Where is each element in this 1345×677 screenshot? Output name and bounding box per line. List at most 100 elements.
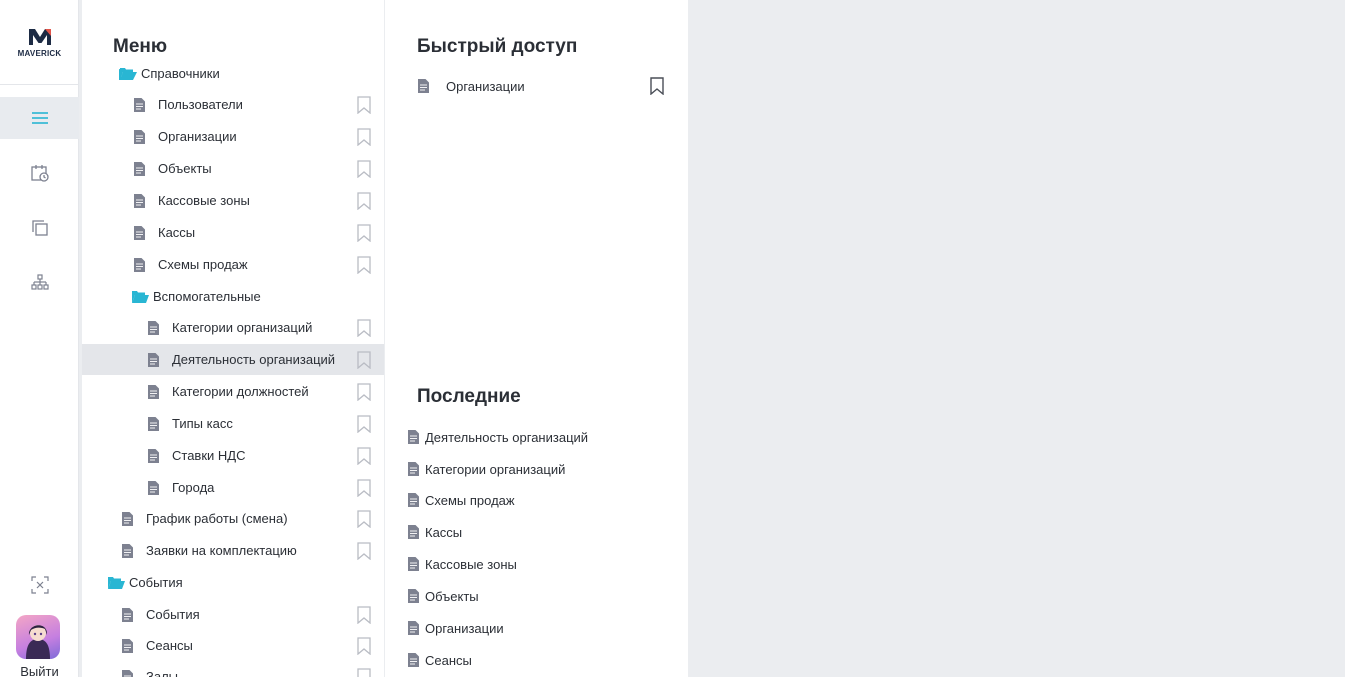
bookmark-icon[interactable]: [357, 415, 371, 433]
recent-item[interactable]: Объекты: [408, 582, 479, 610]
avatar[interactable]: [16, 615, 60, 659]
document-icon: [408, 525, 419, 539]
menu-item-work-schedule[interactable]: График работы (смена): [82, 503, 384, 534]
folder-open-icon: [119, 67, 137, 80]
document-icon: [122, 511, 133, 526]
menu-item-label: Города: [172, 480, 215, 495]
document-icon: [148, 480, 159, 495]
menu-item-label: Кассовые зоны: [158, 193, 250, 208]
structure-button[interactable]: [0, 262, 79, 304]
menu-button[interactable]: [0, 97, 79, 139]
menu-icon: [31, 112, 48, 124]
bookmark-icon[interactable]: [357, 160, 371, 178]
recent-item[interactable]: Кассовые зоны: [408, 550, 517, 578]
quick-access-panel: Быстрый доступ Организации Последние Дея…: [385, 0, 688, 677]
menu-item-cash-types[interactable]: Типы касс: [82, 408, 384, 439]
quick-access-title: Быстрый доступ: [417, 36, 578, 57]
bookmark-icon[interactable]: [357, 224, 371, 242]
bookmark-icon[interactable]: [357, 256, 371, 274]
bookmark-icon[interactable]: [357, 637, 371, 655]
document-icon: [408, 462, 419, 476]
recent-item-label: Категории организаций: [425, 461, 566, 477]
bookmark-icon[interactable]: [357, 668, 371, 677]
menu-item-label: События: [129, 575, 183, 590]
menu-item-org-categories[interactable]: Категории организаций: [82, 312, 384, 343]
recent-item[interactable]: Категории организаций: [408, 455, 565, 483]
document-icon: [134, 193, 145, 208]
menu-item-objects[interactable]: Объекты: [82, 153, 384, 184]
menu-item-position-categories[interactable]: Категории должностей: [82, 376, 384, 407]
menu-item-vat-rates[interactable]: Ставки НДС: [82, 440, 384, 471]
menu-item-sessions[interactable]: Сеансы: [82, 630, 384, 661]
document-icon: [134, 97, 145, 112]
bookmark-icon[interactable]: [357, 542, 371, 560]
document-icon: [134, 129, 145, 144]
recent-item-label: Сеансы: [425, 652, 472, 668]
document-icon: [148, 320, 159, 335]
menu-item-cities[interactable]: Города: [82, 472, 384, 503]
recent-item[interactable]: Организации: [408, 614, 504, 642]
menu-item-label: Сеансы: [146, 638, 193, 653]
menu-item-picking-requests[interactable]: Заявки на комплектацию: [82, 535, 384, 566]
document-icon: [408, 493, 419, 507]
menu-item-label: Справочники: [141, 66, 220, 81]
copy-button[interactable]: [0, 207, 79, 249]
menu-item-organizations[interactable]: Организации: [82, 121, 384, 152]
menu-item-label: Категории должностей: [172, 384, 309, 399]
menu-item-halls[interactable]: Залы: [82, 661, 384, 677]
recent-item[interactable]: Деятельность организаций: [408, 423, 588, 451]
recent-item[interactable]: Схемы продаж: [408, 486, 515, 514]
recent-item-label: Деятельность организаций: [425, 429, 589, 445]
recent-item[interactable]: Сеансы: [408, 646, 472, 674]
menu-folder-auxiliary[interactable]: Вспомогательные: [82, 281, 384, 312]
menu-item-label: Заявки на комплектацию: [146, 543, 297, 558]
document-icon: [408, 621, 419, 635]
menu-item-org-activity[interactable]: Деятельность организаций: [82, 344, 384, 375]
menu-item-label: Категории организаций: [172, 320, 313, 335]
menu-item-label: Вспомогательные: [153, 289, 261, 304]
calendar-button[interactable]: [0, 152, 79, 194]
document-icon: [134, 225, 145, 240]
bookmark-icon[interactable]: [357, 447, 371, 465]
recent-item[interactable]: Кассы: [408, 518, 462, 546]
quick-access-item[interactable]: Организации: [418, 72, 668, 100]
menu-item-label: Кассы: [158, 225, 196, 240]
copy-icon: [31, 220, 48, 236]
document-icon: [148, 384, 159, 399]
bookmark-icon[interactable]: [357, 192, 371, 210]
document-icon: [408, 653, 419, 667]
menu-item-label: Залы: [146, 669, 179, 677]
menu-item-cash-desks[interactable]: Кассы: [82, 217, 384, 248]
menu-folder-events[interactable]: События: [82, 567, 384, 598]
menu-item-sales-schemes[interactable]: Схемы продаж: [82, 249, 384, 280]
document-icon: [148, 448, 159, 463]
recent-item-label: Схемы продаж: [425, 492, 515, 508]
collapse-button[interactable]: [0, 564, 79, 606]
bookmark-icon[interactable]: [357, 96, 371, 114]
logo[interactable]: MAVERICK: [0, 0, 79, 85]
menu-item-cash-zones[interactable]: Кассовые зоны: [82, 185, 384, 216]
menu-item-label: Организации: [158, 129, 237, 144]
logout-label[interactable]: Выйти: [0, 664, 79, 677]
bookmark-filled-icon[interactable]: [650, 77, 664, 95]
bookmark-icon[interactable]: [357, 606, 371, 624]
menu-item-label: График работы (смена): [146, 511, 288, 526]
document-icon: [122, 607, 133, 622]
content-area: [688, 0, 1345, 677]
menu-title: Меню: [113, 36, 168, 57]
left-rail: MAVERICK Выйти: [0, 0, 79, 677]
menu-item-label: События: [146, 607, 200, 622]
bookmark-icon[interactable]: [357, 479, 371, 497]
bookmark-icon[interactable]: [357, 383, 371, 401]
org-structure-icon: [30, 274, 49, 290]
recent-title: Последние: [417, 386, 521, 407]
menu-folder-spravochniki[interactable]: Справочники: [82, 58, 384, 89]
menu-item-events[interactable]: События: [82, 599, 384, 630]
recent-item-label: Объекты: [425, 588, 479, 604]
bookmark-icon[interactable]: [357, 128, 371, 146]
document-icon: [418, 79, 429, 93]
bookmark-icon[interactable]: [357, 510, 371, 528]
bookmark-icon[interactable]: [357, 319, 371, 337]
menu-item-users[interactable]: Пользователи: [82, 89, 384, 120]
bookmark-icon[interactable]: [357, 351, 371, 369]
